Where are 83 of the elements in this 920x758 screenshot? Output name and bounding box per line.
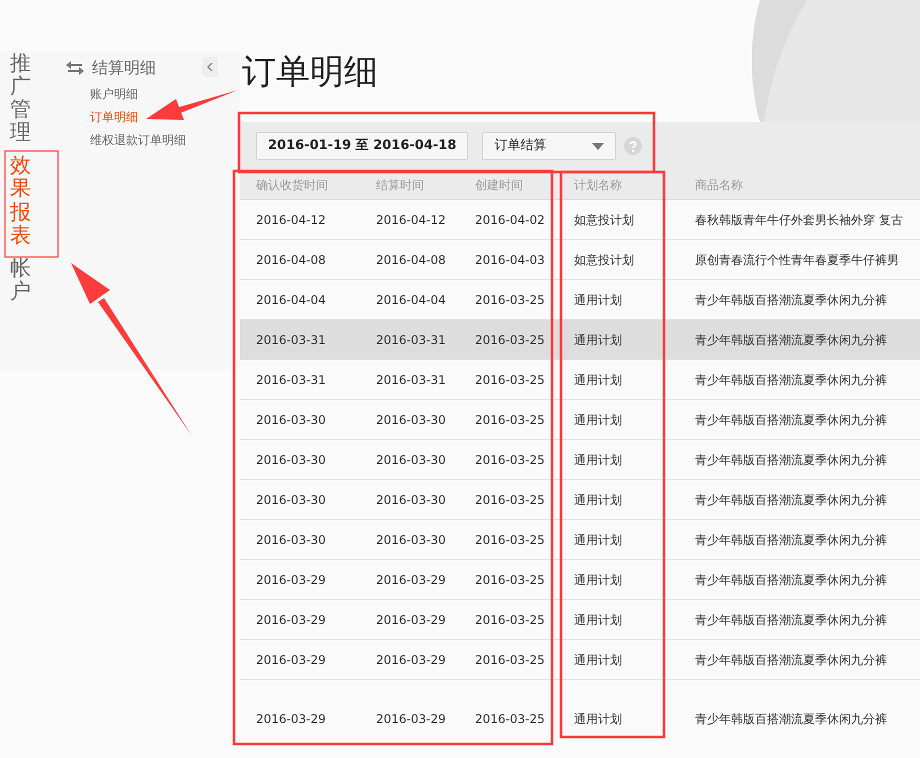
table-cell-text: 2016-03-29 [255,612,327,628]
submenu-link[interactable]: 维权退款订单明细 [90,132,186,149]
table-cell-text: 2016-04-02 [474,212,546,228]
table-cell-text: 通用计划 [573,612,623,628]
table-cell-text: 2016-03-30 [375,492,447,508]
table-cell-text: 2016-03-25 [474,572,546,588]
caret-icon [592,142,604,150]
table-cell-text: 青少年韩版百搭潮流夏季休闲九分裤 [694,612,888,628]
table-cell-text: 通用计划 [573,372,623,388]
table-cell-text: 青少年韩版百搭潮流夏季休闲九分裤 [694,652,888,668]
table-cell-text: 青少年韩版百搭潮流夏季休闲九分裤 [694,711,888,728]
date-range-button[interactable]: 2016-01-19 至 2016-04-18 [256,132,468,160]
table-cell-text: 2016-04-08 [375,252,447,268]
table-cell-text: 青少年韩版百搭潮流夏季休闲九分裤 [694,572,888,588]
table-cell-text: 2016-03-29 [375,612,447,628]
table-cell-text: 2016-03-25 [474,492,546,508]
table-cell-text: 2016-03-25 [474,612,546,628]
table-cell-text: 2016-03-29 [375,711,447,728]
table-cell-text: 春秋韩版青年牛仔外套男长袖外穿 复古 [694,212,904,228]
table-row[interactable]: 2016-03-31 2016-03-31 2016-03-25 通用计划 青少年韩版百搭潮流夏季休闲九分裤 [240,320,920,360]
table-cell-text: 通用计划 [573,532,623,548]
table-cell-text: 2016-03-25 [474,652,546,668]
table-cell-text: 青少年韩版百搭潮流夏季休闲九分裤 [694,372,888,388]
table-cell-text: 2016-03-31 [255,332,327,348]
table-cell-text: 2016-03-30 [255,532,327,548]
type-select[interactable]: 订单结算 [482,132,616,160]
table-cell-text: 2016-03-31 [375,372,447,388]
swap-icon [66,61,84,75]
table-cell-text: 2016-03-25 [474,532,546,548]
table-cell-text: 通用计划 [573,412,623,428]
table-cell-text: 2016-04-08 [255,252,327,268]
table-cell-text: 2016-03-25 [474,332,546,348]
submenu-link[interactable]: 账户明细 [90,86,138,103]
table-cell-text: 2016-03-25 [474,452,546,468]
nav-item[interactable]: 推广管理 [10,52,31,144]
table-cell-text: 2016-03-29 [255,652,327,668]
table-cell-text: 2016-03-30 [375,452,447,468]
table-cell-text: 青少年韩版百搭潮流夏季休闲九分裤 [694,292,888,308]
table-cell-text: 2016-04-03 [474,252,546,268]
table-cell-text: 2016-03-29 [255,572,327,588]
table-cell-text: 通用计划 [573,332,623,348]
table-cell-text: 2016-04-04 [375,292,447,308]
table-cell-text: 通用计划 [573,492,623,508]
table-cell-text: 2016-03-30 [255,492,327,508]
table-cell-text: 如意投计划 [573,212,635,228]
table-cell-text: 通用计划 [573,652,623,668]
table-cell-text: 通用计划 [573,292,623,308]
table-cell-text: 青少年韩版百搭潮流夏季休闲九分裤 [694,492,888,508]
column-header: 确认收货时间 [255,176,329,194]
collapse-button[interactable] [202,57,218,77]
table-cell-text: 青少年韩版百搭潮流夏季休闲九分裤 [694,452,888,468]
table-cell-text: 2016-03-29 [375,572,447,588]
table-cell-text: 2016-03-31 [375,332,447,348]
column-header: 创建时间 [474,176,524,194]
table-cell-text: 青少年韩版百搭潮流夏季休闲九分裤 [694,332,888,348]
column-header: 结算时间 [375,176,425,194]
table-cell-text: 2016-04-04 [255,292,327,308]
column-header: 商品名称 [694,176,744,194]
table-cell-text: 2016-03-30 [255,412,327,428]
table-cell-text: 青少年韩版百搭潮流夏季休闲九分裤 [694,532,888,548]
table-cell-text: 通用计划 [573,711,623,728]
submenu-title: 结算明细 [92,57,156,79]
table-cell-text: 2016-03-30 [255,452,327,468]
table-cell-text: 青少年韩版百搭潮流夏季休闲九分裤 [694,412,888,428]
table-cell-text: 通用计划 [573,452,623,468]
page-title: 订单明细 [242,51,379,94]
table-cell-text: 2016-03-30 [375,412,447,428]
table-cell-text: 如意投计划 [573,252,635,268]
table-cell-text: 2016-03-30 [375,532,447,548]
table-cell-text: 2016-03-25 [474,711,546,728]
table-cell-text: 2016-03-25 [474,412,546,428]
table-cell-text: 2016-03-29 [255,711,327,728]
table-cell-text: 2016-03-25 [474,372,546,388]
table-cell-text: 2016-04-12 [375,212,447,228]
table-cell-text: 2016-03-29 [375,652,447,668]
nav-item[interactable]: 帐户 [10,256,31,303]
table-cell-text: 原创青春流行个性青年春夏季牛仔裤男 [694,252,900,268]
column-header: 计划名称 [573,176,623,194]
table-cell-text: 通用计划 [573,572,623,588]
table-cell-text: 2016-03-31 [255,372,327,388]
table-cell-text: 2016-04-12 [255,212,327,228]
table-cell-text: 2016-03-25 [474,292,546,308]
chevron-left-icon [207,63,213,71]
